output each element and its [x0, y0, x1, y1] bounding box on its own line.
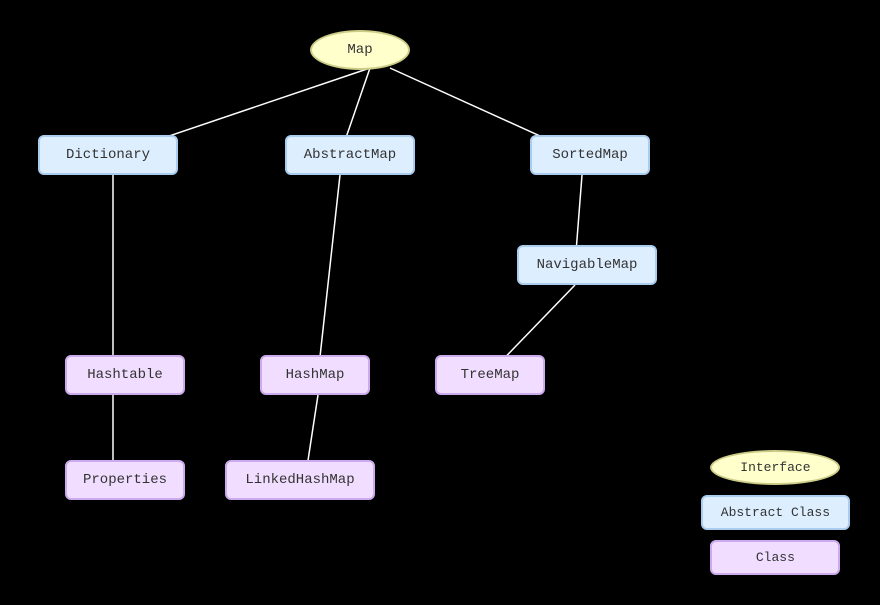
node-properties: Properties	[65, 460, 185, 500]
legend: Interface Abstract Class Class	[701, 450, 850, 575]
node-hash-map: HashMap	[260, 355, 370, 395]
node-linked-hash-map: LinkedHashMap	[225, 460, 375, 500]
node-abstract-map: AbstractMap	[285, 135, 415, 175]
node-navigable-map: NavigableMap	[517, 245, 657, 285]
node-hashtable: Hashtable	[65, 355, 185, 395]
node-map: Map	[310, 30, 410, 70]
legend-interface: Interface	[701, 450, 850, 485]
node-dictionary: Dictionary	[38, 135, 178, 175]
legend-interface-shape: Interface	[710, 450, 840, 485]
diagram-container: Map Dictionary AbstractMap SortedMap Nav…	[0, 0, 880, 605]
node-tree-map: TreeMap	[435, 355, 545, 395]
legend-abstract-class: Abstract Class	[701, 495, 850, 530]
legend-abstract-class-shape: Abstract Class	[701, 495, 850, 530]
legend-class: Class	[701, 540, 850, 575]
node-sorted-map: SortedMap	[530, 135, 650, 175]
legend-class-shape: Class	[710, 540, 840, 575]
